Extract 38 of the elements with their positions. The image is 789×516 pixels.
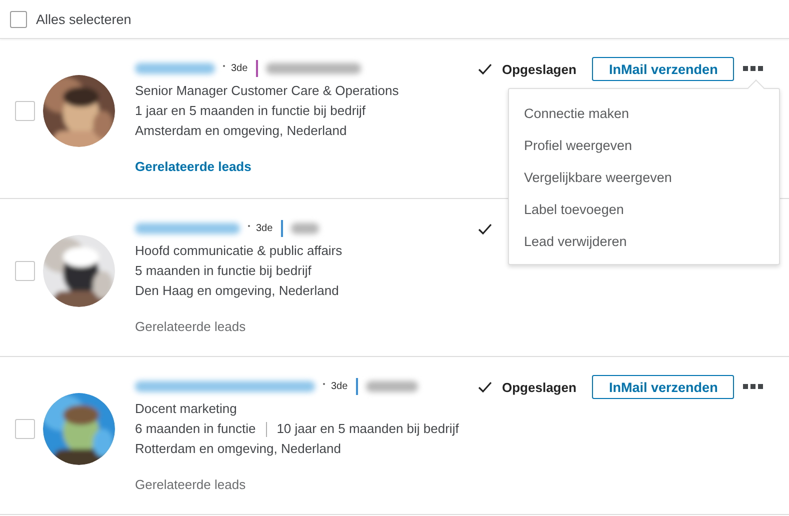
saved-status: Opgeslagen bbox=[502, 62, 576, 76]
related-leads-link[interactable]: Gerelateerde leads bbox=[135, 157, 252, 177]
job-title: Hoofd communicatie & public affairs bbox=[135, 242, 342, 260]
related-leads-link[interactable]: Gerelateerde leads bbox=[135, 317, 246, 337]
location-text: Den Haag en omgeving, Nederland bbox=[135, 282, 339, 300]
lead-checkbox[interactable] bbox=[15, 101, 35, 121]
menu-item[interactable]: Label toevoegen bbox=[509, 198, 779, 230]
separator-dot-icon bbox=[323, 383, 325, 385]
saved-status: Opgeslagen bbox=[502, 380, 576, 394]
more-icon[interactable] bbox=[743, 66, 764, 72]
job-title: Docent marketing bbox=[135, 400, 237, 418]
job-title: Senior Manager Customer Care & Operations bbox=[135, 82, 399, 100]
lead-checkbox[interactable] bbox=[15, 419, 35, 439]
inmail-button[interactable]: InMail verzenden bbox=[592, 57, 734, 81]
connection-degree: 3de bbox=[331, 380, 348, 392]
blurred-company bbox=[290, 222, 319, 234]
inmail-button[interactable]: InMail verzenden bbox=[592, 375, 734, 399]
connection-degree: 3de bbox=[231, 62, 248, 74]
separator-dot-icon bbox=[223, 65, 225, 67]
tenure-text: 5 maanden in functie bij bedrijf bbox=[135, 262, 312, 280]
menu-item[interactable]: Vergelijkbare weergeven bbox=[509, 166, 779, 198]
select-all-label: Alles selecteren bbox=[36, 12, 132, 26]
related-leads-link[interactable]: Gerelateerde leads bbox=[135, 475, 246, 495]
connection-degree: 3de bbox=[256, 222, 273, 234]
more-icon[interactable] bbox=[743, 384, 764, 390]
tenure-text: 1 jaar en 5 maanden in functie bij bedrijf bbox=[135, 102, 366, 120]
blurred-company bbox=[366, 380, 418, 392]
menu-item[interactable]: Connectie maken bbox=[509, 102, 779, 134]
separator-dot-icon bbox=[248, 225, 250, 227]
lead-checkbox[interactable] bbox=[15, 261, 35, 281]
location-text: Rotterdam en omgeving, Nederland bbox=[135, 440, 341, 458]
select-all-checkbox[interactable] bbox=[10, 10, 27, 28]
menu-item[interactable]: Profiel weergeven bbox=[509, 134, 779, 166]
divider-line bbox=[266, 422, 267, 436]
tenure-text: 10 jaar en 5 maanden bij bedrijf bbox=[276, 420, 459, 438]
tenure-text: 6 maanden in functie bbox=[135, 420, 256, 438]
menu-item[interactable]: Lead verwijderen bbox=[509, 230, 779, 262]
location-text: Amsterdam en omgeving, Nederland bbox=[135, 122, 347, 140]
